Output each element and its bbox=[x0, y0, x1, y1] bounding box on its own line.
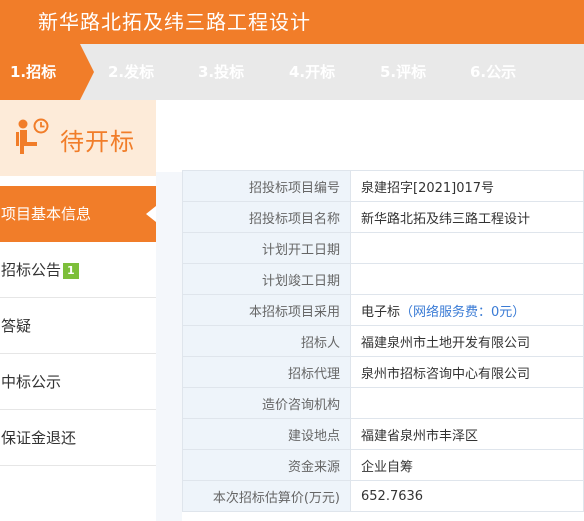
table-row: 造价咨询机构 bbox=[182, 387, 584, 419]
field-label: 本招标项目采用 bbox=[182, 294, 351, 326]
project-title: 新华路北拓及纬三路工程设计 bbox=[0, 0, 584, 44]
content-side-strip bbox=[156, 172, 182, 521]
project-info-table: 招投标项目编号 泉建招字[2021]017号 招投标项目名称 新华路北拓及纬三路… bbox=[182, 170, 584, 512]
table-row: 招投标项目编号 泉建招字[2021]017号 bbox=[182, 170, 584, 202]
field-value: 泉州市招标咨询中心有限公司 bbox=[350, 356, 584, 388]
bid-status: 待开标 bbox=[60, 128, 135, 156]
field-label: 计划竣工日期 bbox=[182, 263, 351, 295]
step-open-bid[interactable]: 4.开标 bbox=[289, 44, 335, 100]
service-fee: （网络服务费：0元） bbox=[400, 304, 526, 320]
notice-count-badge: 1 bbox=[63, 262, 79, 279]
table-row: 本次招标估算价(万元) 652.7636 bbox=[182, 480, 584, 512]
field-label: 招投标项目名称 bbox=[182, 201, 351, 233]
field-label: 资金来源 bbox=[182, 449, 351, 481]
table-row: 招标人 福建泉州市土地开发有限公司 bbox=[182, 325, 584, 357]
table-row: 建设地点 福建省泉州市丰泽区 bbox=[182, 418, 584, 450]
step-submit-bid[interactable]: 3.投标 bbox=[198, 44, 244, 100]
field-label: 招标人 bbox=[182, 325, 351, 357]
table-row: 招标代理 泉州市招标咨询中心有限公司 bbox=[182, 356, 584, 388]
status-header: 待开标 bbox=[0, 100, 156, 176]
field-label: 本次招标估算价(万元) bbox=[182, 480, 351, 512]
field-value: 福建省泉州市丰泽区 bbox=[350, 418, 584, 450]
nav-label: 保证金退还 bbox=[1, 429, 77, 447]
nav-label: 答疑 bbox=[1, 317, 32, 335]
table-row: 资金来源 企业自筹 bbox=[182, 449, 584, 481]
table-row: 计划开工日期 bbox=[182, 232, 584, 264]
sidebar: 待开标 项目基本信息 招标公告 1 答疑 中标公示 保证金退还 bbox=[0, 100, 156, 521]
bid-type: 电子标 bbox=[361, 304, 401, 320]
nav-label: 中标公示 bbox=[1, 373, 62, 391]
nav-project-info[interactable]: 项目基本信息 bbox=[0, 186, 156, 242]
field-value: 652.7636 bbox=[350, 480, 584, 512]
step-issue[interactable]: 2.发标 bbox=[108, 44, 154, 100]
field-value bbox=[350, 387, 584, 419]
nav-qa[interactable]: 答疑 bbox=[0, 298, 156, 354]
field-value: 福建泉州市土地开发有限公司 bbox=[350, 325, 584, 357]
field-value: 新华路北拓及纬三路工程设计 bbox=[350, 201, 584, 233]
field-value bbox=[350, 232, 584, 264]
field-label: 建设地点 bbox=[182, 418, 351, 450]
field-label: 招标代理 bbox=[182, 356, 351, 388]
field-label: 造价咨询机构 bbox=[182, 387, 351, 419]
step-bidding[interactable]: 1.招标 bbox=[0, 44, 80, 100]
main-content: 招投标项目编号 泉建招字[2021]017号 招投标项目名称 新华路北拓及纬三路… bbox=[156, 100, 584, 521]
field-label: 计划开工日期 bbox=[182, 232, 351, 264]
field-value bbox=[350, 263, 584, 295]
table-row: 招投标项目名称 新华路北拓及纬三路工程设计 bbox=[182, 201, 584, 233]
nav-deposit-refund[interactable]: 保证金退还 bbox=[0, 410, 156, 466]
active-step-arrow bbox=[80, 44, 94, 100]
field-label: 招投标项目编号 bbox=[182, 170, 351, 202]
step-evaluate[interactable]: 5.评标 bbox=[380, 44, 426, 100]
active-indicator bbox=[146, 206, 156, 222]
nav-tender-notice[interactable]: 招标公告 1 bbox=[0, 242, 156, 298]
table-row: 计划竣工日期 bbox=[182, 263, 584, 295]
nav-label: 项目基本信息 bbox=[1, 205, 92, 223]
step-publicity[interactable]: 6.公示 bbox=[470, 44, 516, 100]
table-row: 本招标项目采用 电子标（网络服务费：0元） bbox=[182, 294, 584, 326]
waiting-person-clock-icon bbox=[16, 118, 49, 154]
field-value: 电子标（网络服务费：0元） bbox=[350, 294, 584, 326]
nav-label: 招标公告 bbox=[1, 261, 62, 279]
nav-award-publicity[interactable]: 中标公示 bbox=[0, 354, 156, 410]
field-value: 泉建招字[2021]017号 bbox=[350, 170, 584, 202]
field-value: 企业自筹 bbox=[350, 449, 584, 481]
process-steps: 1.招标 2.发标 3.投标 4.开标 5.评标 6.公示 bbox=[0, 44, 584, 100]
